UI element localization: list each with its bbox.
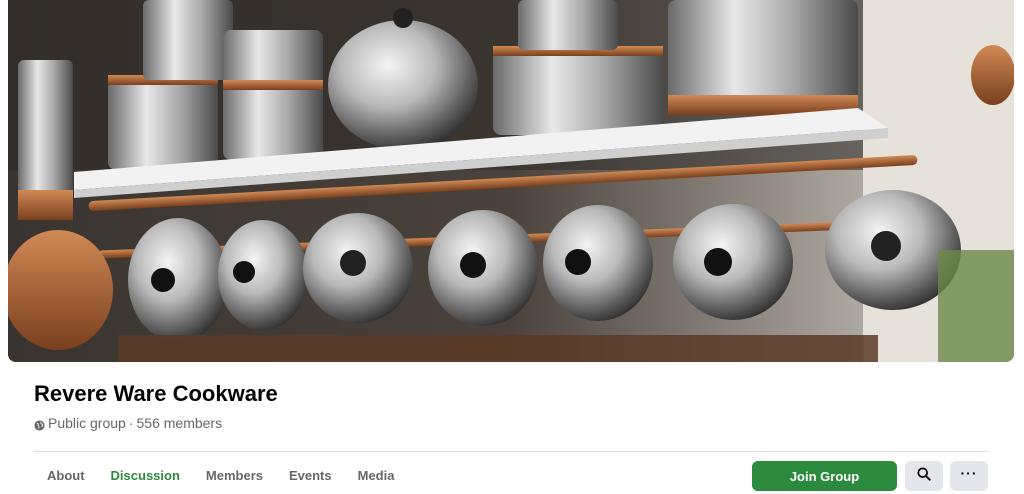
divider [34,451,989,452]
group-tabs: About Discussion Members Events Media [34,458,407,494]
separator: · [128,415,134,431]
cover-photo[interactable] [8,0,1014,362]
group-subtitle: Public group · 556 members [34,415,222,431]
search-icon [917,466,931,486]
tab-discussion[interactable]: Discussion [98,458,193,494]
search-button[interactable] [905,461,943,491]
tab-media[interactable]: Media [345,458,408,494]
more-icon: ··· [960,465,978,481]
join-group-button[interactable]: Join Group [752,461,897,491]
privacy-label: Public group [48,415,126,431]
tab-members[interactable]: Members [193,458,276,494]
tab-events[interactable]: Events [276,458,345,494]
cover-image [8,0,1014,362]
more-options-button[interactable]: ··· [950,461,988,491]
member-count[interactable]: 556 members [137,415,223,431]
globe-icon [34,418,45,431]
group-title: Revere Ware Cookware [34,381,278,406]
tab-about[interactable]: About [34,458,98,494]
